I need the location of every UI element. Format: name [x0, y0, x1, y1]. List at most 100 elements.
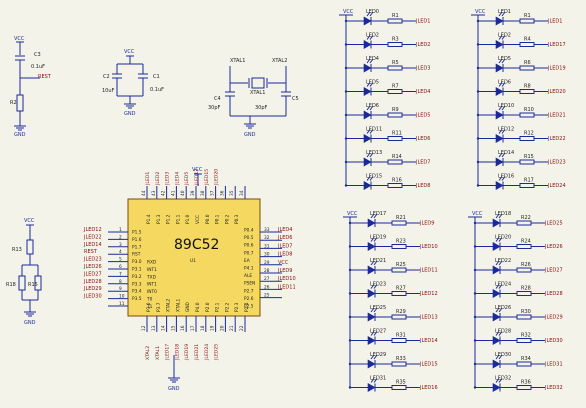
- r15-ref: R15: [28, 282, 38, 288]
- r2-ref: R2: [10, 100, 17, 106]
- r2-resistor: [16, 94, 24, 112]
- vcc-label-led-group: VCC: [472, 211, 483, 217]
- resistor-divider: VCC R13 R18 R15 GND: [6, 218, 42, 326]
- mcu-bottom-pin-name: P2.4: [244, 302, 250, 312]
- mcu-bottom-pin-name: XTAL2: [166, 299, 172, 312]
- led-group-4: VCC LED18 R22 JLED25 LED20 R24 JLED26 LED22 R26 J…: [468, 211, 563, 393]
- led-ref: LED30: [495, 352, 511, 358]
- r13-ref: R13: [12, 247, 22, 253]
- led-diode: [367, 218, 376, 228]
- r13-resistor: [26, 239, 34, 255]
- mcu-top-pin-name: P0.3: [234, 214, 240, 224]
- led-diode: [363, 110, 372, 120]
- mcu-top-pin-name: P1.1: [175, 214, 181, 224]
- resistor-ref: R27: [396, 286, 406, 292]
- mcu-bottom-pin-name: P3.6: [146, 302, 152, 312]
- gnd-label-crystal: GND: [244, 132, 256, 138]
- junction-dot: [344, 66, 348, 70]
- resistor-ref: R14: [392, 154, 402, 160]
- led-resistor: [391, 267, 407, 273]
- led-diode: [367, 312, 376, 322]
- led-resistor: [519, 183, 535, 188]
- led-net-label: JLED22: [547, 136, 566, 142]
- mcu-right-pin-name: P0.5: [244, 235, 254, 241]
- mcu-top-pin-name: P0.1: [215, 214, 221, 224]
- mcu-left-net-label: JLED23: [83, 257, 102, 263]
- mcu-bottom-pin-name: P2.1: [215, 302, 221, 312]
- mcu-left-net-label: JLED22: [83, 234, 102, 240]
- mcu-bottom-pin-name: P2.3: [234, 302, 240, 312]
- led-net-label: JLED10: [419, 244, 438, 250]
- junction-dot: [344, 113, 348, 117]
- led-ref: LED14: [498, 150, 514, 156]
- resistor-ref: R25: [396, 262, 406, 268]
- mcu-bottom-pin-number: 18: [200, 325, 206, 331]
- junction-dot: [344, 43, 348, 46]
- mcu-left-net-label: JLED12: [83, 227, 102, 233]
- led-resistor: [516, 361, 532, 367]
- led-ref: LED1: [498, 9, 511, 15]
- mcu-right-pin-number: 30: [264, 252, 270, 258]
- mcu-left-pin-name: P3.0: [132, 259, 142, 265]
- led-resistor: [516, 244, 532, 249]
- junction-dot: [348, 221, 352, 225]
- led-ref: LED26: [495, 305, 511, 311]
- led-diode: [492, 359, 501, 369]
- led-resistor: [391, 361, 407, 367]
- led-diode: [367, 359, 376, 369]
- led-net-label: JLED3: [415, 66, 430, 72]
- led-diode: [367, 241, 376, 252]
- led-net-label: JLED24: [547, 183, 566, 189]
- led-net-label: JLED2: [415, 42, 430, 48]
- resistor-ref: R7: [392, 84, 399, 90]
- mcu-bottom-net-label: JLED17: [165, 344, 171, 361]
- led-resistor: [516, 220, 532, 226]
- led-ref: LED2: [498, 33, 511, 39]
- led-resistor: [387, 65, 403, 71]
- mcu-left-pin-name: P1.5: [132, 230, 142, 236]
- mcu-top-pin-number: 39: [190, 190, 196, 196]
- mcu-top-pin-number: 38: [200, 190, 206, 196]
- c1-ref: C1: [153, 74, 160, 80]
- led-group-2: VCC LED1 R1 JLED1 LED2 R4 JLED17 LED5 R6 JLED19 LE…: [471, 9, 566, 191]
- led-ref: LED11: [366, 127, 382, 133]
- led-ref: LED5: [498, 56, 511, 62]
- led-resistor: [387, 136, 403, 141]
- xtal1-ref: XTAL1: [250, 90, 265, 96]
- led-resistor: [519, 159, 535, 165]
- mcu-right-pin-number: 28: [264, 268, 270, 274]
- led-ref: LED24: [495, 282, 511, 288]
- mcu-bottom-net-label: JLED24: [204, 344, 210, 361]
- junction-dot: [344, 160, 348, 164]
- mcu-left-pin-number: 5: [119, 257, 122, 263]
- led-ref: LED19: [370, 235, 386, 241]
- xtal1-top-label: XTAL1: [230, 58, 245, 64]
- led-resistor: [519, 136, 535, 141]
- led-resistor: [391, 220, 407, 226]
- xtal2-top-label: XTAL2: [272, 58, 287, 64]
- mcu-bottom-pin-name: P2.2: [224, 302, 230, 312]
- mcu-left-pin-number: 10: [119, 294, 125, 300]
- led-diode: [363, 157, 372, 167]
- led-net-label: JLED21: [547, 113, 566, 119]
- mcu-right-pin-number: 26: [264, 284, 270, 290]
- mcu-top-pin-name: P1.0: [185, 214, 191, 224]
- led-diode: [495, 16, 504, 26]
- resistor-ref: R9: [392, 107, 399, 113]
- mcu-name: 89C52: [174, 237, 219, 253]
- mcu-left-net-label: JLED27: [83, 271, 102, 277]
- mcu-left-pin-number: 8: [119, 279, 122, 285]
- resistor-ref: R32: [521, 333, 531, 339]
- junction-dot: [344, 184, 348, 187]
- led-resistor: [516, 314, 532, 320]
- rest-net: REST: [38, 74, 52, 80]
- led-ref: LED23: [370, 282, 386, 288]
- led-resistor: [387, 89, 403, 94]
- mcu-top-pin-name: VCC: [195, 215, 201, 224]
- junction-dot: [473, 339, 477, 342]
- resistor-ref: R3: [392, 37, 399, 43]
- mcu-top-pin-number: 43: [151, 190, 157, 196]
- led-diode: [492, 218, 501, 228]
- junction-dot: [476, 66, 480, 70]
- mcu-bottom-net-label: JLED25: [214, 344, 220, 361]
